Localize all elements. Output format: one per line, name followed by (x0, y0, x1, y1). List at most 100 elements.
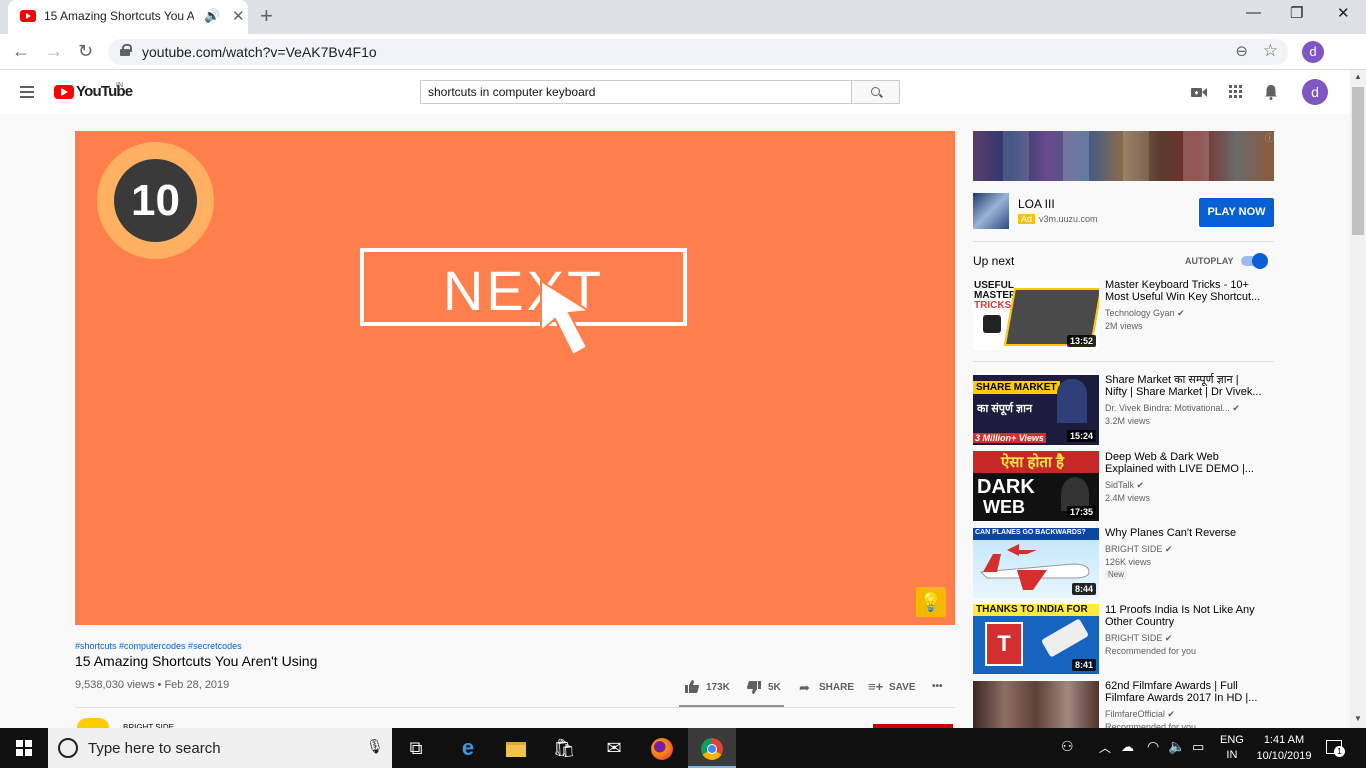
save-button[interactable]: SAVE (889, 682, 916, 693)
firefox-icon[interactable] (638, 728, 686, 768)
show-hidden-icons-icon[interactable]: ︿ (1099, 739, 1111, 756)
up-next-thumbnail[interactable]: SHARE MARKET का संपूर्ण ज्ञान 3 Million+… (973, 375, 1099, 445)
up-next-channel[interactable]: BRIGHT SIDE ✔ (1105, 544, 1172, 555)
up-next-thumbnail[interactable]: USEFUL MASTER TRICKS 13:52 (973, 280, 1099, 350)
up-next-title[interactable]: 11 Proofs India Is Not Like Any Other Cou… (1105, 604, 1255, 628)
clock-time: 1:41 AM (1263, 734, 1305, 746)
thumb-text: WEB (983, 497, 1025, 517)
people-icon[interactable]: ⚇ (1061, 738, 1074, 755)
hashtags[interactable]: #shortcuts #computercodes #secretcodes (75, 641, 242, 651)
thumb-text: TRICKS (974, 300, 1012, 311)
play-now-button[interactable]: PLAY NOW (1199, 198, 1274, 227)
up-next-title[interactable]: Why Planes Can't Reverse (1105, 527, 1236, 539)
duration-badge: 15:24 (1066, 430, 1096, 442)
tab-audio-icon[interactable]: 🔊 (204, 8, 220, 24)
chrome-taskbar-icon[interactable] (688, 728, 736, 768)
like-icon[interactable] (685, 680, 699, 693)
video-player[interactable]: 10 NEXT 💡 (75, 131, 955, 625)
share-button[interactable]: SHARE (819, 682, 854, 693)
taskbar-search-placeholder: Type here to search (88, 740, 221, 757)
more-actions-icon[interactable]: ••• (932, 681, 943, 692)
volume-icon[interactable]: 🔈 (1168, 738, 1185, 755)
taskbar-search-box[interactable]: Type here to search 🎙 (48, 728, 392, 768)
address-bar[interactable]: youtube.com/watch?v=VeAK7Bv4F1o ⊖ ☆ (108, 39, 1288, 65)
edge-browser-icon[interactable]: e (444, 728, 492, 768)
wifi-icon[interactable]: ◠ (1147, 738, 1159, 755)
reload-icon[interactable]: ↻ (78, 41, 93, 62)
ad-info-icon[interactable]: ⓘ (1265, 131, 1274, 144)
chrome-profile-avatar[interactable]: d (1302, 41, 1324, 63)
dislike-count: 5K (768, 682, 781, 693)
youtube-logo-text[interactable]: YouTube (76, 83, 133, 100)
input-language[interactable]: ENG IN (1220, 733, 1244, 763)
duration-badge: 13:52 (1066, 335, 1096, 347)
back-arrow-icon[interactable]: ← (12, 41, 30, 62)
up-next-title[interactable]: Share Market का सम्पूर्ण ज्ञान | Nifty | … (1105, 374, 1262, 398)
clock[interactable]: 1:41 AM 10/10/2019 (1252, 732, 1316, 764)
up-next-channel[interactable]: FilmfareOfficial ✔ (1105, 709, 1175, 720)
up-next-channel[interactable]: Technology Gyan ✔ (1105, 308, 1185, 319)
verified-icon: ✔ (1164, 544, 1173, 554)
channel-avatar[interactable] (77, 718, 109, 728)
clock-date: 10/10/2019 (1256, 750, 1312, 762)
file-explorer-icon[interactable] (492, 728, 540, 768)
ad-banner-image[interactable] (973, 131, 1274, 181)
ad-domain: v3m.uuzu.com (1039, 214, 1098, 224)
new-tab-button[interactable]: + (260, 3, 273, 29)
windows-start-icon[interactable] (16, 740, 32, 756)
action-center-icon[interactable]: 1 (1326, 740, 1345, 757)
notifications-bell-icon[interactable] (1264, 84, 1278, 100)
browser-tab[interactable]: 15 Amazing Shortcuts You Aren't Using 🔊 … (8, 0, 248, 34)
ad-divider (973, 241, 1274, 242)
up-next-channel[interactable]: Dr. Vivek Bindra: Motivational... ✔ (1105, 403, 1240, 414)
search-input[interactable]: shortcuts in computer keyboard (420, 80, 852, 104)
up-next-thumbnail[interactable]: THANKS TO INDIA FOR T 8:41 (973, 604, 1099, 674)
share-icon[interactable]: ➦ (799, 680, 810, 696)
zoom-icon[interactable]: ⊖ (1235, 42, 1248, 60)
dislike-icon[interactable] (747, 681, 761, 694)
scrollbar-thumb[interactable] (1352, 87, 1364, 235)
close-window-button[interactable]: ✕ (1337, 4, 1350, 22)
minimize-button[interactable]: — (1246, 4, 1261, 21)
hashtag-links[interactable]: #shortcuts #computercodes #secretcodes (75, 641, 242, 651)
up-next-title[interactable]: 62nd Filmfare Awards | Full Filmfare Awar… (1105, 680, 1257, 704)
youtube-profile-avatar[interactable]: d (1302, 79, 1328, 105)
language-settings-icon[interactable]: ▭ (1192, 739, 1204, 755)
tab-close-icon[interactable]: ✕ (232, 7, 245, 25)
up-next-title[interactable]: Deep Web & Dark Web Explained with LIVE D… (1105, 451, 1254, 475)
up-next-channel[interactable]: SidTalk ✔ (1105, 480, 1144, 491)
page-scrollbar[interactable]: ▲ ▼ (1350, 70, 1366, 728)
hamburger-menu-icon[interactable] (20, 86, 34, 98)
cortana-icon (58, 738, 78, 758)
up-next-thumbnail[interactable] (973, 681, 1099, 728)
verified-icon: ✔ (1164, 633, 1173, 643)
scroll-down-icon[interactable]: ▼ (1354, 714, 1362, 723)
search-button[interactable] (851, 80, 900, 104)
create-video-icon[interactable] (1191, 87, 1207, 98)
scroll-up-icon[interactable]: ▲ (1354, 72, 1362, 81)
save-playlist-icon[interactable]: ≡+ (868, 679, 883, 694)
restore-button[interactable]: ❐ (1290, 4, 1303, 22)
microphone-icon[interactable]: 🎙 (366, 738, 384, 755)
youtube-favicon-icon (20, 10, 36, 22)
bookmark-star-icon[interactable]: ☆ (1263, 41, 1278, 61)
up-next-title[interactable]: Master Keyboard Tricks - 10+ Most Useful … (1105, 279, 1260, 303)
forward-arrow-icon[interactable]: → (45, 41, 63, 62)
youtube-logo-icon[interactable] (54, 85, 74, 99)
up-next-thumbnail[interactable]: CAN PLANES GO BACKWARDS? 8:44 (973, 528, 1099, 598)
thumb-text: 3 Million+ Views (973, 433, 1046, 443)
verified-icon: ✔ (1167, 709, 1175, 719)
ad-title[interactable]: LOA III (1018, 197, 1055, 211)
up-next-channel[interactable]: BRIGHT SIDE ✔ (1105, 633, 1172, 644)
up-next-views: 2.4M views (1105, 493, 1151, 503)
next-button-graphic: NEXT (360, 248, 687, 326)
ad-thumbnail[interactable] (973, 193, 1009, 229)
mail-icon[interactable]: ✉ (590, 728, 638, 768)
up-next-thumbnail[interactable]: ऐसा होता है DARK WEB 17:35 (973, 451, 1099, 521)
microsoft-store-icon[interactable]: 🛍 (540, 728, 588, 768)
task-view-icon[interactable]: ⧉ (392, 728, 440, 768)
autoplay-toggle[interactable] (1241, 253, 1268, 269)
onedrive-icon[interactable]: ☁ (1121, 739, 1134, 755)
thumb-text: SHARE MARKET (973, 381, 1060, 394)
apps-grid-icon[interactable] (1229, 85, 1242, 98)
